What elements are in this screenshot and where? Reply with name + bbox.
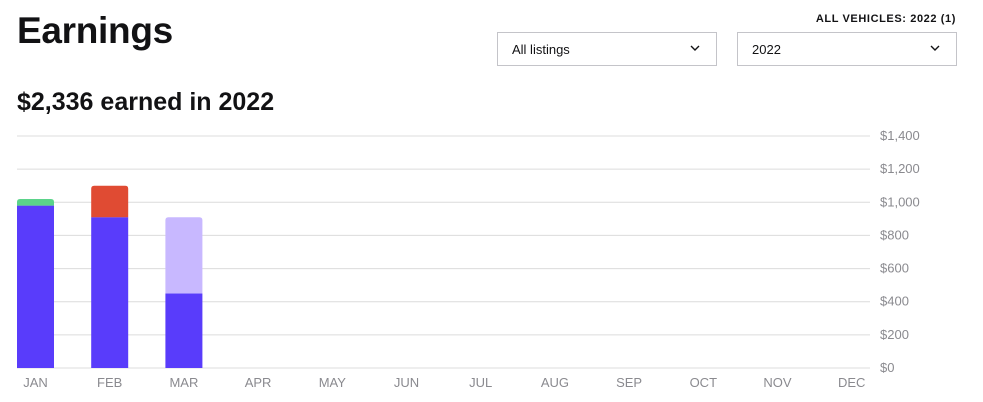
y-tick-label: $200 xyxy=(880,327,909,342)
bar-segment xyxy=(165,217,203,294)
chevron-down-icon xyxy=(690,45,700,51)
year-dropdown[interactable]: 2022 xyxy=(737,32,957,66)
x-tick-label: OCT xyxy=(690,375,718,390)
chevron-down-icon xyxy=(930,45,940,51)
x-tick-label: SEP xyxy=(616,375,642,390)
y-tick-label: $600 xyxy=(880,261,909,276)
bar-segment xyxy=(91,185,129,218)
listings-dropdown[interactable]: All listings xyxy=(497,32,717,66)
x-tick-label: MAY xyxy=(319,375,347,390)
x-tick-label: MAR xyxy=(169,375,198,390)
x-tick-label: JUL xyxy=(469,375,492,390)
bar-segment xyxy=(91,217,129,368)
earnings-summary: $2,336 earned in 2022 xyxy=(17,88,275,116)
earnings-bar-chart: $0 $200 $400 $600 $800 $1,000 $1,200 $1,400 JAN F… xyxy=(17,128,920,390)
bar-segment xyxy=(165,293,203,368)
x-tick-label: AUG xyxy=(541,375,569,390)
y-tick-label: $800 xyxy=(880,227,909,242)
x-tick-label: NOV xyxy=(763,375,792,390)
y-tick-label: $1,000 xyxy=(880,194,920,209)
x-tick-label: JAN xyxy=(23,375,48,390)
bar-segment xyxy=(17,198,54,206)
y-tick-label: $400 xyxy=(880,294,909,309)
x-tick-label: DEC xyxy=(838,375,865,390)
page-title: Earnings xyxy=(17,10,173,51)
x-tick-label: JUN xyxy=(394,375,419,390)
listings-dropdown-value: All listings xyxy=(512,42,570,57)
y-tick-label: $1,200 xyxy=(880,161,920,176)
vehicles-filter-label: ALL VEHICLES: 2022 (1) xyxy=(815,13,956,25)
year-dropdown-value: 2022 xyxy=(752,42,781,57)
y-tick-label: $0 xyxy=(880,360,894,375)
x-tick-label: APR xyxy=(245,375,272,390)
x-tick-label: FEB xyxy=(97,375,122,390)
bar-segment xyxy=(17,205,54,368)
y-tick-label: $1,400 xyxy=(880,128,920,143)
